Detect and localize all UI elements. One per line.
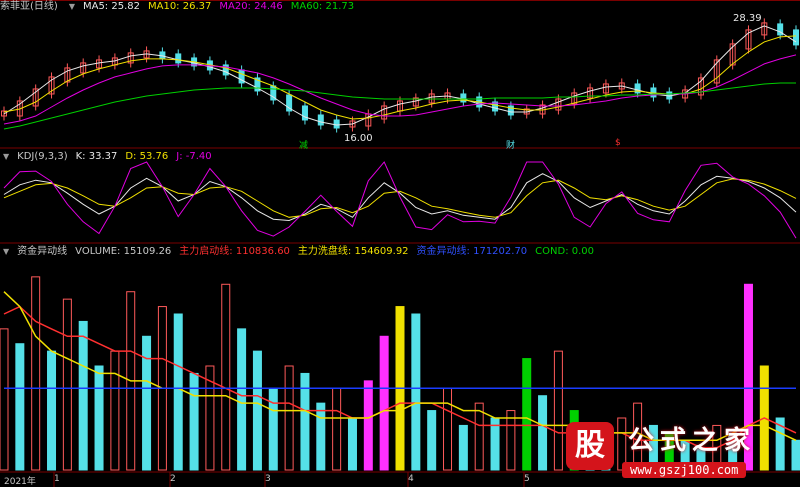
main-start-label: 主力启动线: 110836.60 [179,246,290,257]
axis-label-month: 5 [524,474,530,484]
volume-bar [252,350,262,471]
high-price-label: 28.39 [733,13,762,24]
volume-bar [47,350,57,471]
volume-bar [522,358,532,471]
volume-bar [363,380,373,471]
dropdown-triangle-icon[interactable]: ▼ [3,245,9,259]
event-marker[interactable]: $ [615,138,621,148]
volume-bar [94,365,104,471]
volume-bar [474,402,484,471]
series-line-j [3,161,797,239]
volume-bar [538,395,548,471]
candle-body [793,29,799,46]
stock-title: 索菲亚(日线) [0,1,58,12]
volume-bar [332,387,342,471]
fund-line-label: 资金异动线: 171202.70 [416,246,528,257]
volume-bar [268,387,278,471]
candle-body [317,114,324,126]
fund-indicator-title: 资金异动线 [17,246,68,257]
volume-bar [173,313,183,471]
volume-bar [31,276,41,471]
volume-bar [347,417,357,471]
event-marker[interactable]: 减 [299,138,308,151]
d-label: D: 53.76 [125,151,169,162]
axis-label-month: 4 [408,474,414,484]
volume-bar [379,335,389,471]
axis-label-month: 2 [170,474,176,484]
volume-bar [284,365,294,471]
kdj-title: KDJ(9,3,3) [17,151,68,162]
low-price-label: 16.00 [344,133,373,144]
event-marker[interactable]: 财 [506,138,515,151]
volume-bar [553,350,563,471]
price-panel-header: 索菲亚(日线) ▼ MA5: 25.82 MA10: 26.37 MA20: 2… [0,0,354,14]
volume-bar [78,320,88,471]
watermark: 股 公式之家 www.gszj100.com [566,418,794,482]
volume-bar [0,328,9,471]
volume-panel-header: ▼ 资金异动线 VOLUME: 15109.26 主力启动线: 110836.6… [0,245,594,259]
volume-bar [110,350,120,471]
price-panel [1,18,799,133]
volume-bar [458,424,468,471]
volume-bar [316,402,326,471]
watermark-logo: 股 [566,422,614,470]
dropdown-triangle-icon[interactable]: ▼ [3,150,9,164]
volume-bar [62,298,72,471]
ma10-label: MA10: 26.37 [147,1,212,12]
candle-body [175,53,182,64]
volume-label: VOLUME: 15109.26 [75,246,172,257]
cond-label: COND: 0.00 [535,246,595,257]
axis-label-year: 2021年 [4,477,36,487]
axis-label-month: 3 [265,474,271,484]
dropdown-triangle-icon[interactable]: ▼ [69,0,75,14]
candle-body [460,93,467,103]
watermark-url: www.gszj100.com [622,462,747,478]
volume-bar [237,328,247,471]
stock-chart-canvas [0,0,800,487]
volume-bar [15,343,25,471]
wash-label: 主力洗盘线: 154609.92 [297,246,409,257]
ma60-label: MA60: 21.73 [290,1,355,12]
axis-label-month: 1 [54,474,60,484]
kdj-panel-header: ▼ KDJ(9,3,3) K: 33.37 D: 53.76 J: -7.40 [0,150,212,164]
ma20-label: MA20: 24.46 [219,1,283,12]
volume-bar [142,335,152,471]
volume-bar [221,283,231,471]
kdj-panel [3,161,797,239]
volume-bar [443,387,453,471]
ma5-label: MA5: 25.82 [82,1,140,12]
volume-bar [411,313,421,471]
watermark-title: 公式之家 [628,426,757,456]
volume-bar [427,410,437,471]
candle-body [333,119,340,129]
volume-bar [506,410,516,471]
k-label: K: 33.37 [75,151,118,162]
j-label: J: -7.40 [176,151,212,162]
